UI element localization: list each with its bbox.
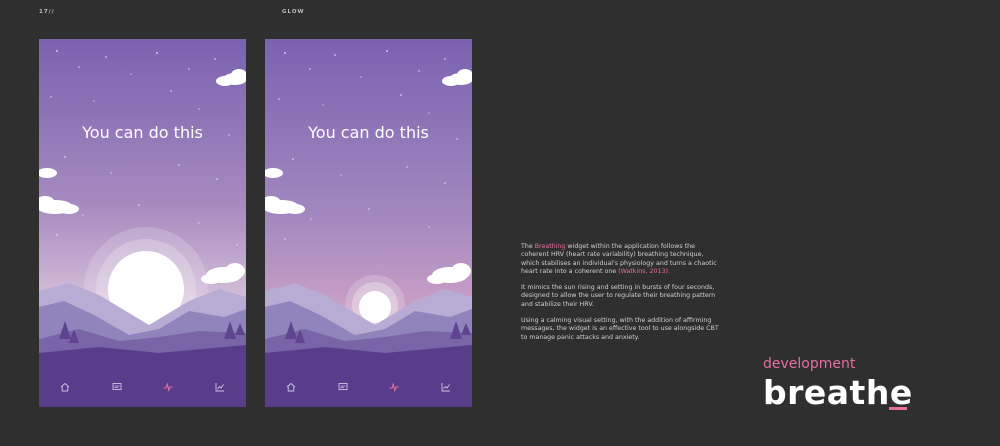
tab-progress[interactable]	[210, 377, 230, 397]
pulse-icon	[389, 382, 399, 392]
description-paragraph-1: The Breathing widget within the applicat…	[521, 243, 723, 276]
home-icon	[286, 382, 296, 392]
home-icon	[60, 382, 70, 392]
title-underscore	[889, 407, 907, 410]
phone-screen-small-sun: You can do this	[265, 39, 472, 407]
tab-home[interactable]	[281, 377, 301, 397]
chart-icon	[215, 383, 225, 392]
citation: (Watkins, 2013).	[618, 267, 670, 275]
chart-icon	[441, 383, 451, 392]
tab-chat[interactable]	[333, 377, 353, 397]
phone-screen-large-sun: You can do this	[39, 39, 246, 407]
tab-progress[interactable]	[436, 377, 456, 397]
page-number: 17//	[39, 9, 55, 15]
tab-breathe[interactable]	[384, 377, 404, 397]
tab-chat[interactable]	[107, 377, 127, 397]
landscape-illustration	[265, 39, 472, 407]
chat-icon	[338, 383, 348, 390]
landscape-illustration	[39, 39, 246, 407]
affirmation-message: You can do this	[82, 123, 203, 142]
chat-icon	[112, 383, 122, 390]
tab-breathe[interactable]	[158, 377, 178, 397]
tab-bar	[39, 367, 246, 407]
text-span: The	[521, 243, 535, 250]
description-text: The Breathing widget within the applicat…	[521, 243, 723, 350]
affirmation-message: You can do this	[308, 123, 429, 142]
pulse-icon	[163, 382, 173, 392]
tab-home[interactable]	[55, 377, 75, 397]
breathing-link[interactable]: Breathing	[535, 243, 566, 250]
description-paragraph-2: It mimics the sun rising and setting in …	[521, 284, 716, 308]
brand-label: GLOW	[282, 9, 305, 15]
section-label: development	[763, 356, 856, 372]
description-paragraph-3: Using a calming visual setting, with the…	[521, 317, 719, 341]
tab-bar	[265, 367, 472, 407]
